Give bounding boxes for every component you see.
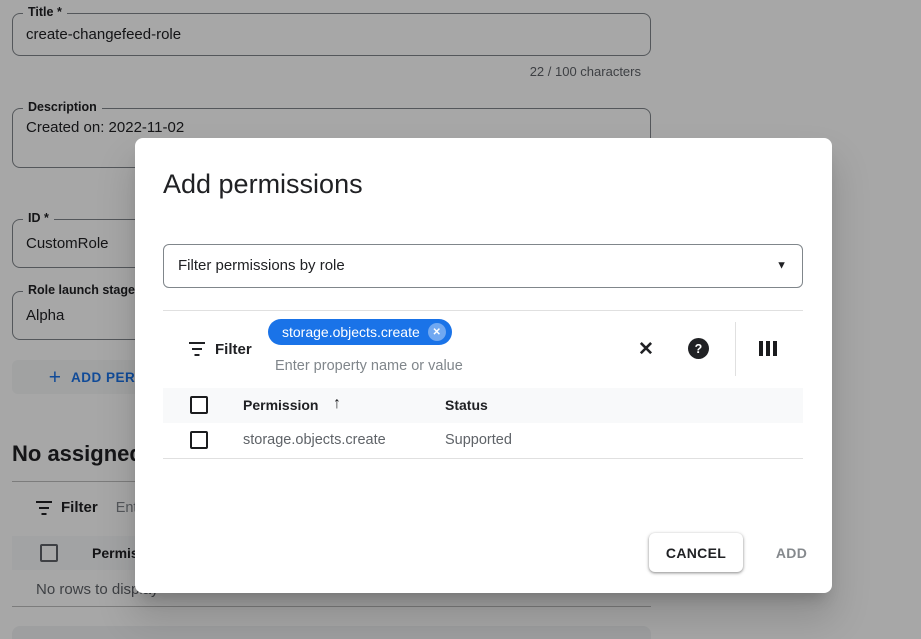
arrow-up-icon[interactable]: ↑ [333, 395, 341, 413]
filter-chip[interactable]: storage.objects.create ✕ [268, 319, 452, 345]
status-column-header[interactable]: Status [445, 397, 488, 413]
filter-icon [188, 342, 206, 356]
row-checkbox[interactable] [190, 431, 208, 449]
permission-cell: storage.objects.create [243, 432, 386, 448]
help-icon[interactable]: ? [688, 338, 709, 359]
dialog-filter-toolbar: Filter storage.objects.create ✕ Enter pr… [163, 310, 803, 388]
column-options-icon[interactable] [759, 341, 777, 356]
chevron-down-icon: ▼ [776, 260, 787, 272]
role-filter-dropdown-value: Filter permissions by role [164, 245, 802, 287]
dialog-table-header: Permission ↑ Status [163, 388, 803, 423]
divider [735, 322, 736, 376]
filter-chip-label: storage.objects.create [282, 324, 420, 340]
table-row[interactable]: storage.objects.create Supported [163, 423, 803, 459]
permission-column-header[interactable]: Permission [243, 397, 318, 413]
role-filter-dropdown[interactable]: Filter permissions by role ▼ [163, 244, 803, 288]
close-circle-icon[interactable]: ✕ [428, 323, 446, 341]
filter-input[interactable]: Enter property name or value [275, 358, 463, 374]
add-permissions-dialog: Add permissions Filter permissions by ro… [135, 138, 832, 593]
screen: Title * create-changefeed-role 22 / 100 … [0, 0, 921, 639]
filter-label: Filter [215, 341, 252, 358]
status-cell: Supported [445, 432, 512, 448]
add-button[interactable]: ADD [764, 533, 819, 572]
select-all-checkbox[interactable] [190, 396, 208, 414]
cancel-button[interactable]: CANCEL [649, 533, 743, 572]
dialog-title: Add permissions [163, 169, 363, 200]
clear-filters-icon[interactable]: ✕ [632, 335, 660, 363]
